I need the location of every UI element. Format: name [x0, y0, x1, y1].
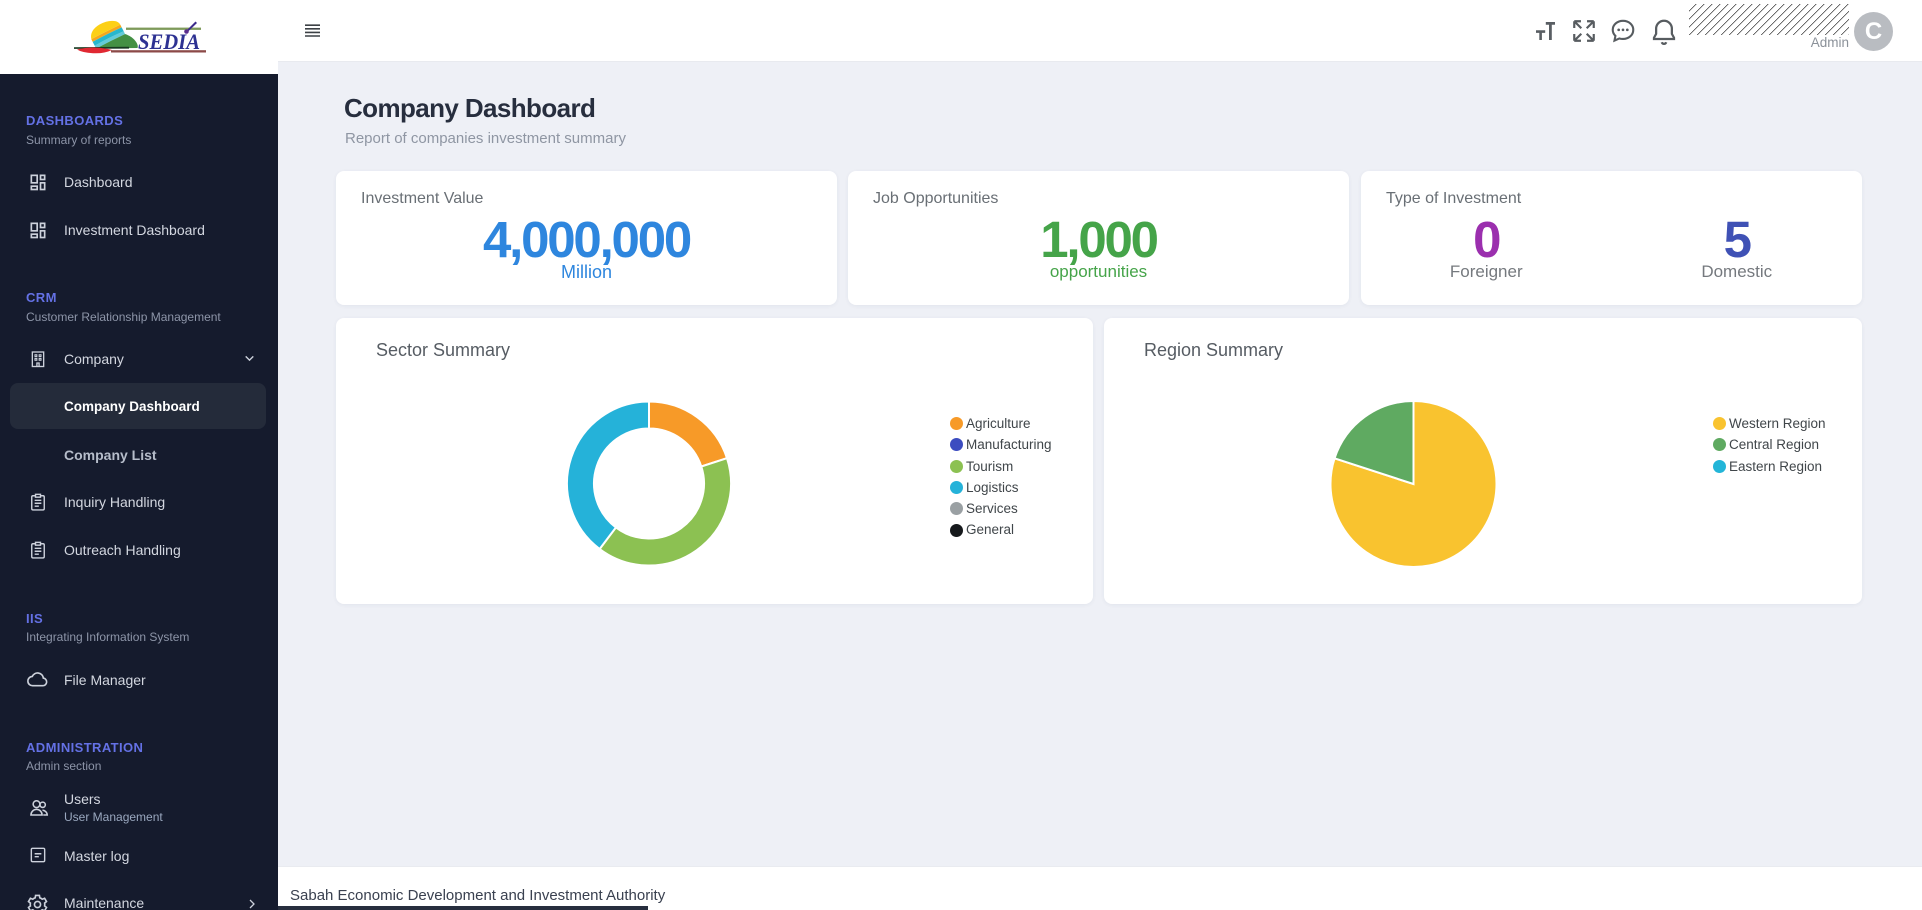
svg-text:SEDIA: SEDIA: [138, 29, 200, 54]
